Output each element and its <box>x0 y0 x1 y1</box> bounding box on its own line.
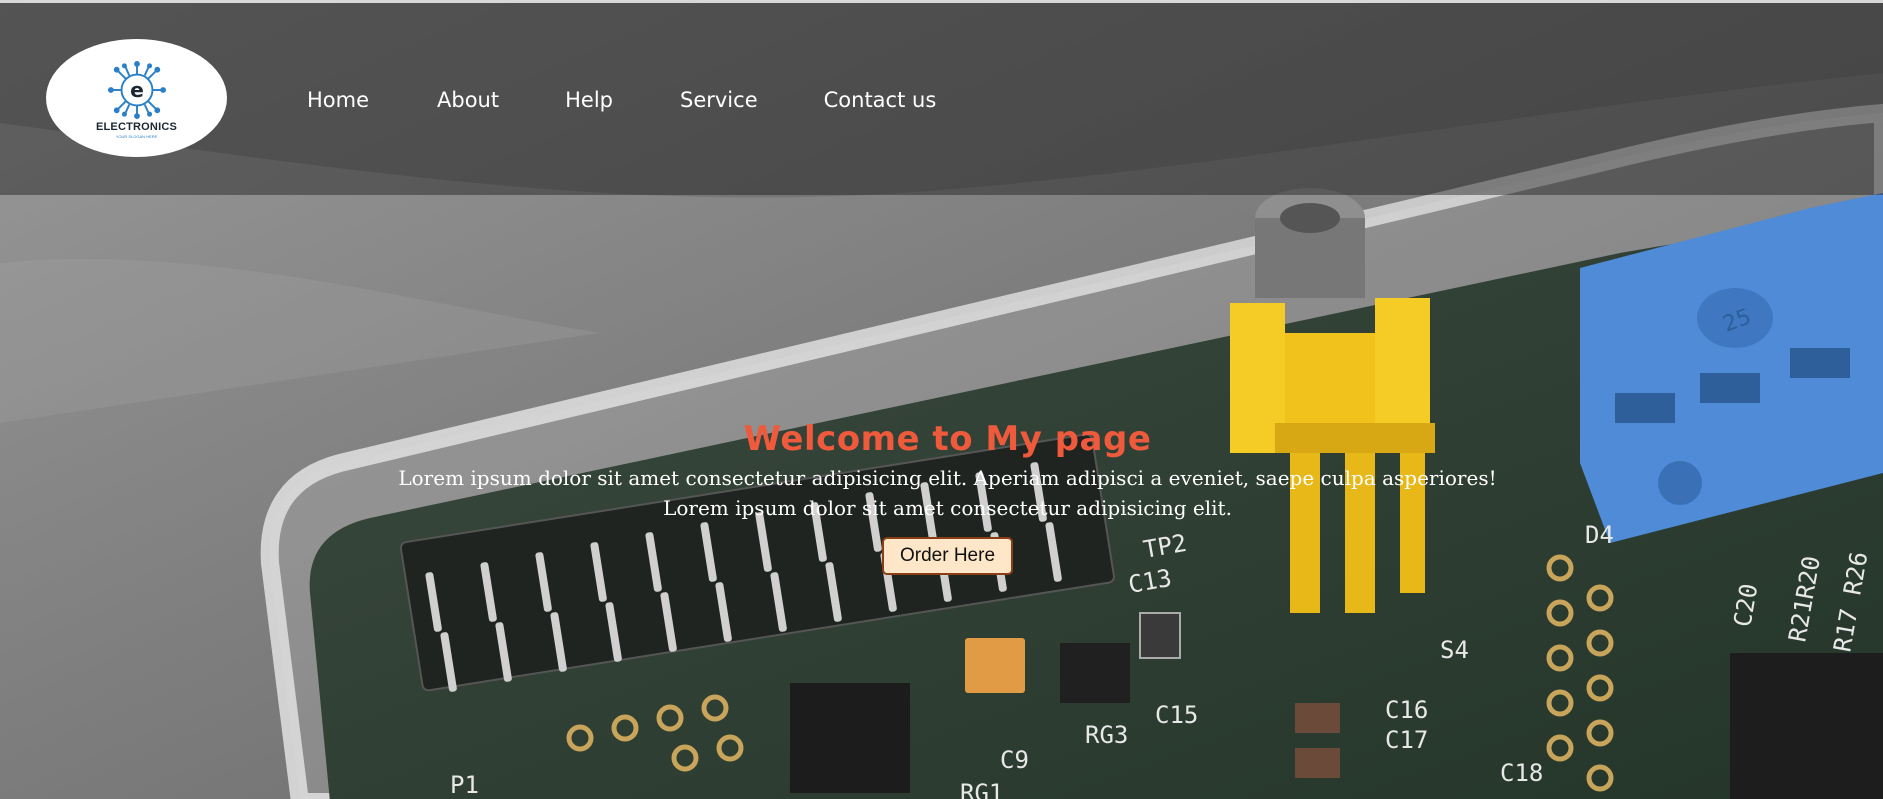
landing-page: 25 TP2 C13 S4 D4 C20 R21R20 R17 R26 C15 … <box>0 0 1883 799</box>
nav-service-link[interactable]: Service <box>680 88 758 112</box>
site-header <box>0 3 1883 195</box>
svg-text:RG3: RG3 <box>1085 721 1128 749</box>
svg-text:C17: C17 <box>1385 726 1428 754</box>
hero-section: Welcome to My page Lorem ipsum dolor sit… <box>0 415 1883 575</box>
site-logo[interactable]: e ELECTRONICS YOUR SLOGAN HERE <box>46 39 227 157</box>
nav-help-link[interactable]: Help <box>565 88 613 112</box>
svg-text:S4: S4 <box>1440 636 1469 664</box>
logo-name: ELECTRONICS <box>95 121 178 133</box>
svg-text:C9: C9 <box>1000 746 1029 774</box>
circuit-e-icon: e <box>107 61 166 119</box>
order-button[interactable]: Order Here <box>881 537 1014 575</box>
hero-title: Welcome to My page <box>743 419 1152 459</box>
hero-text-line-1: Lorem ipsum dolor sit amet consectetur a… <box>398 466 1497 490</box>
logo-tagline: YOUR SLOGAN HERE <box>115 134 158 139</box>
main-nav: Home About Help Service Contact us <box>307 88 936 112</box>
nav-contact-link[interactable]: Contact us <box>824 88 937 112</box>
svg-text:C18: C18 <box>1500 759 1543 787</box>
nav-about-link[interactable]: About <box>437 88 499 112</box>
svg-text:C15: C15 <box>1155 701 1198 729</box>
nav-home-link[interactable]: Home <box>307 88 369 112</box>
svg-text:C16: C16 <box>1385 696 1428 724</box>
hero-text-line-2: Lorem ipsum dolor sit amet consectetur a… <box>663 496 1232 520</box>
svg-text:RG1: RG1 <box>960 779 1003 799</box>
svg-text:e: e <box>130 78 144 102</box>
svg-text:P1: P1 <box>450 771 479 799</box>
